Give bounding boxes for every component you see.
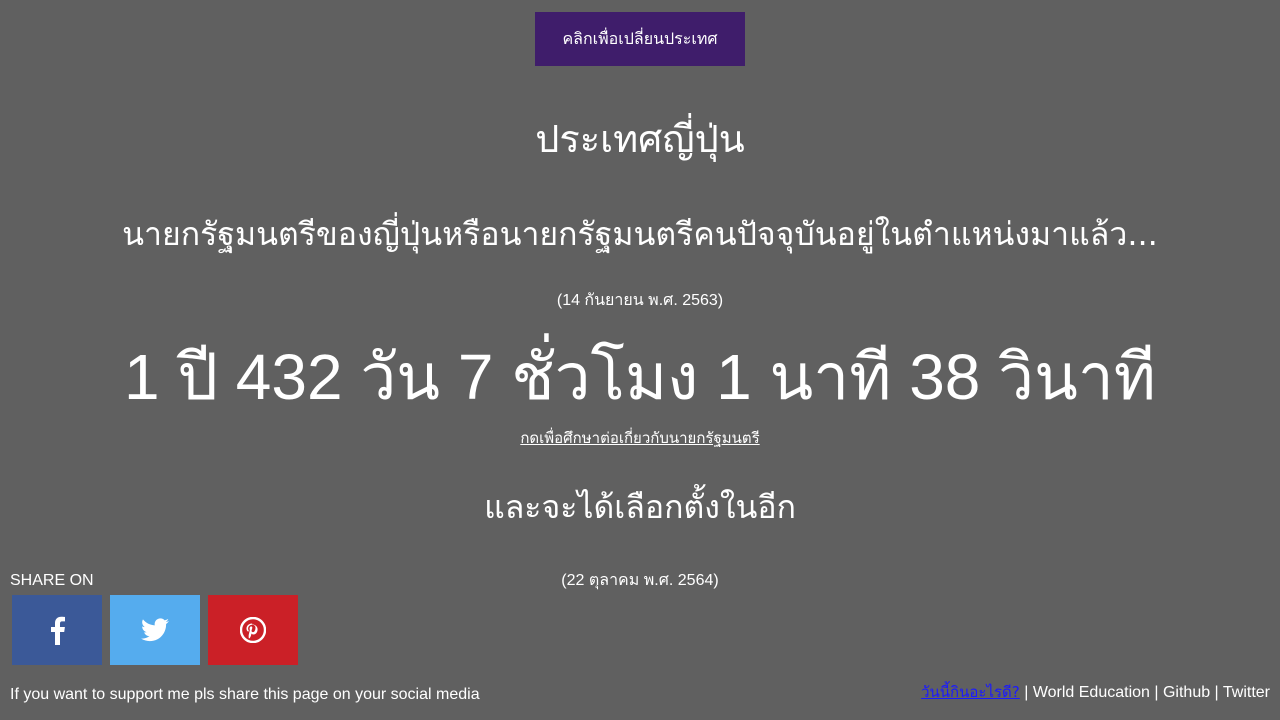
learn-more-link[interactable]: กดเพื่อศึกษาต่อเกี่ยวกับนายกรัฐมนตรี	[520, 429, 759, 447]
world-education-link[interactable]: World Education	[1033, 684, 1150, 701]
pm-heading: นายกรัฐมนตรีของญี่ปุ่นหรือนายกรัฐมนตรีคน…	[122, 215, 1158, 253]
share-buttons	[12, 595, 298, 665]
twitter-icon	[141, 618, 169, 642]
country-title: ประเทศญี่ปุ่น	[535, 117, 745, 161]
facebook-icon	[48, 615, 66, 645]
page: คลิกเพื่อเปลี่ยนประเทศ ประเทศญี่ปุ่น นาย…	[0, 0, 1280, 720]
pinterest-icon	[240, 617, 266, 643]
twitter-link[interactable]: Twitter	[1223, 684, 1270, 701]
twitter-share-button[interactable]	[110, 595, 200, 665]
learn-more-wrapper: กดเพื่อศึกษาต่อเกี่ยวกับนายกรัฐมนตรี	[0, 428, 1280, 448]
pm-start-date: (14 กันยายน พ.ศ. 2563)	[556, 292, 724, 309]
duration-counter: 1 ปี 432 วัน 7 ชั่วโมง 1 นาที 38 วินาที	[124, 341, 1156, 413]
switch-country-button[interactable]: คลิกเพื่อเปลี่ยนประเทศ	[535, 12, 745, 66]
footer-separator: |	[1019, 684, 1033, 701]
support-text: If you want to support me pls share this…	[10, 686, 480, 703]
today-food-link[interactable]: วันนี้กินอะไรดี?	[921, 683, 1020, 701]
github-link[interactable]: Github	[1163, 684, 1210, 701]
election-date: (22 ตุลาคม พ.ศ. 2564)	[561, 572, 719, 589]
facebook-share-button[interactable]	[12, 595, 102, 665]
election-heading: และจะได้เลือกตั้งในอีก	[484, 488, 796, 526]
footer-separator: |	[1210, 684, 1223, 701]
footer-links: วันนี้กินอะไรดี? | World Education | Git…	[921, 681, 1270, 704]
pinterest-share-button[interactable]	[208, 595, 298, 665]
share-on-label: SHARE ON	[10, 572, 94, 589]
footer-separator: |	[1149, 684, 1163, 701]
